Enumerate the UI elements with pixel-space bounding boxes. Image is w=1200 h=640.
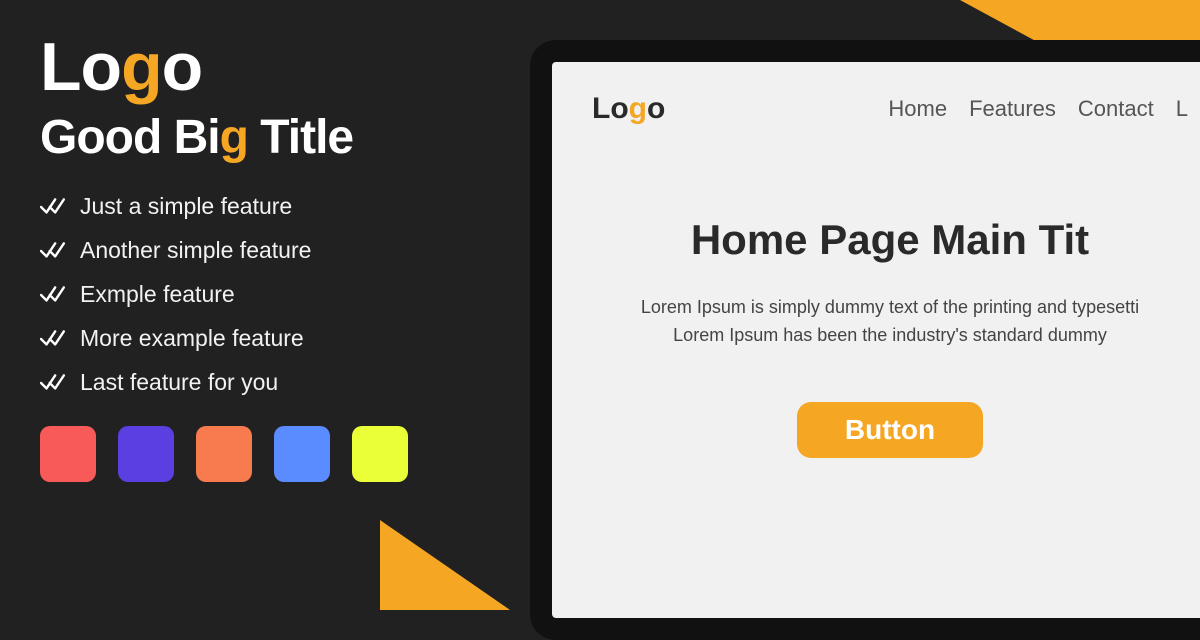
nav-link-features[interactable]: Features	[969, 96, 1056, 122]
title-g: g	[220, 111, 248, 164]
color-swatch[interactable]	[274, 426, 330, 482]
feature-label: Another simple feature	[80, 237, 311, 264]
color-swatch[interactable]	[40, 426, 96, 482]
cta-button[interactable]: Button	[797, 402, 983, 458]
mock-description: Lorem Ipsum is simply dummy text of the …	[592, 294, 1188, 350]
mock-hero: Home Page Main Tit Lorem Ipsum is simply…	[592, 216, 1188, 458]
feature-list: Just a simple feature Another simple fea…	[40, 193, 520, 396]
feature-label: Just a simple feature	[80, 193, 292, 220]
double-check-icon	[40, 329, 66, 349]
nav-link-contact[interactable]: Contact	[1078, 96, 1154, 122]
left-panel: Logo Good Big Title Just a simple featur…	[40, 28, 520, 482]
mock-title: Home Page Main Tit	[592, 216, 1188, 264]
main-title: Good Big Title	[40, 110, 520, 165]
mock-logo-suffix: o	[647, 92, 665, 125]
double-check-icon	[40, 285, 66, 305]
logo-text-suffix: o	[162, 29, 203, 105]
mock-nav: Home Features Contact L	[888, 96, 1188, 122]
mock-desc-line: Lorem Ipsum has been the industry's stan…	[592, 322, 1188, 350]
feature-item: Just a simple feature	[40, 193, 520, 220]
tablet-screen: Logo Home Features Contact L Home Page M…	[552, 62, 1200, 618]
feature-item: More example feature	[40, 325, 520, 352]
nav-link-partial[interactable]: L	[1176, 96, 1188, 122]
mock-desc-line: Lorem Ipsum is simply dummy text of the …	[592, 294, 1188, 322]
mock-logo-g: g	[629, 92, 647, 125]
mock-logo: Logo	[592, 92, 665, 126]
feature-item: Another simple feature	[40, 237, 520, 264]
accent-triangle-bottom	[380, 520, 510, 610]
logo-text-prefix: Lo	[40, 29, 121, 105]
color-swatch[interactable]	[196, 426, 252, 482]
nav-link-home[interactable]: Home	[888, 96, 947, 122]
double-check-icon	[40, 197, 66, 217]
feature-item: Last feature for you	[40, 369, 520, 396]
tablet-frame: Logo Home Features Contact L Home Page M…	[530, 40, 1200, 640]
color-swatch[interactable]	[118, 426, 174, 482]
color-swatches	[40, 426, 520, 482]
title-part2: Title	[248, 111, 353, 164]
feature-label: Exmple feature	[80, 281, 235, 308]
mock-logo-prefix: Lo	[592, 92, 629, 125]
feature-label: More example feature	[80, 325, 304, 352]
double-check-icon	[40, 373, 66, 393]
feature-item: Exmple feature	[40, 281, 520, 308]
feature-label: Last feature for you	[80, 369, 278, 396]
color-swatch[interactable]	[352, 426, 408, 482]
title-part1: Good Bi	[40, 111, 220, 164]
mock-header: Logo Home Features Contact L	[592, 92, 1188, 126]
double-check-icon	[40, 241, 66, 261]
logo-text-g: g	[121, 29, 162, 105]
main-logo: Logo	[40, 28, 520, 106]
